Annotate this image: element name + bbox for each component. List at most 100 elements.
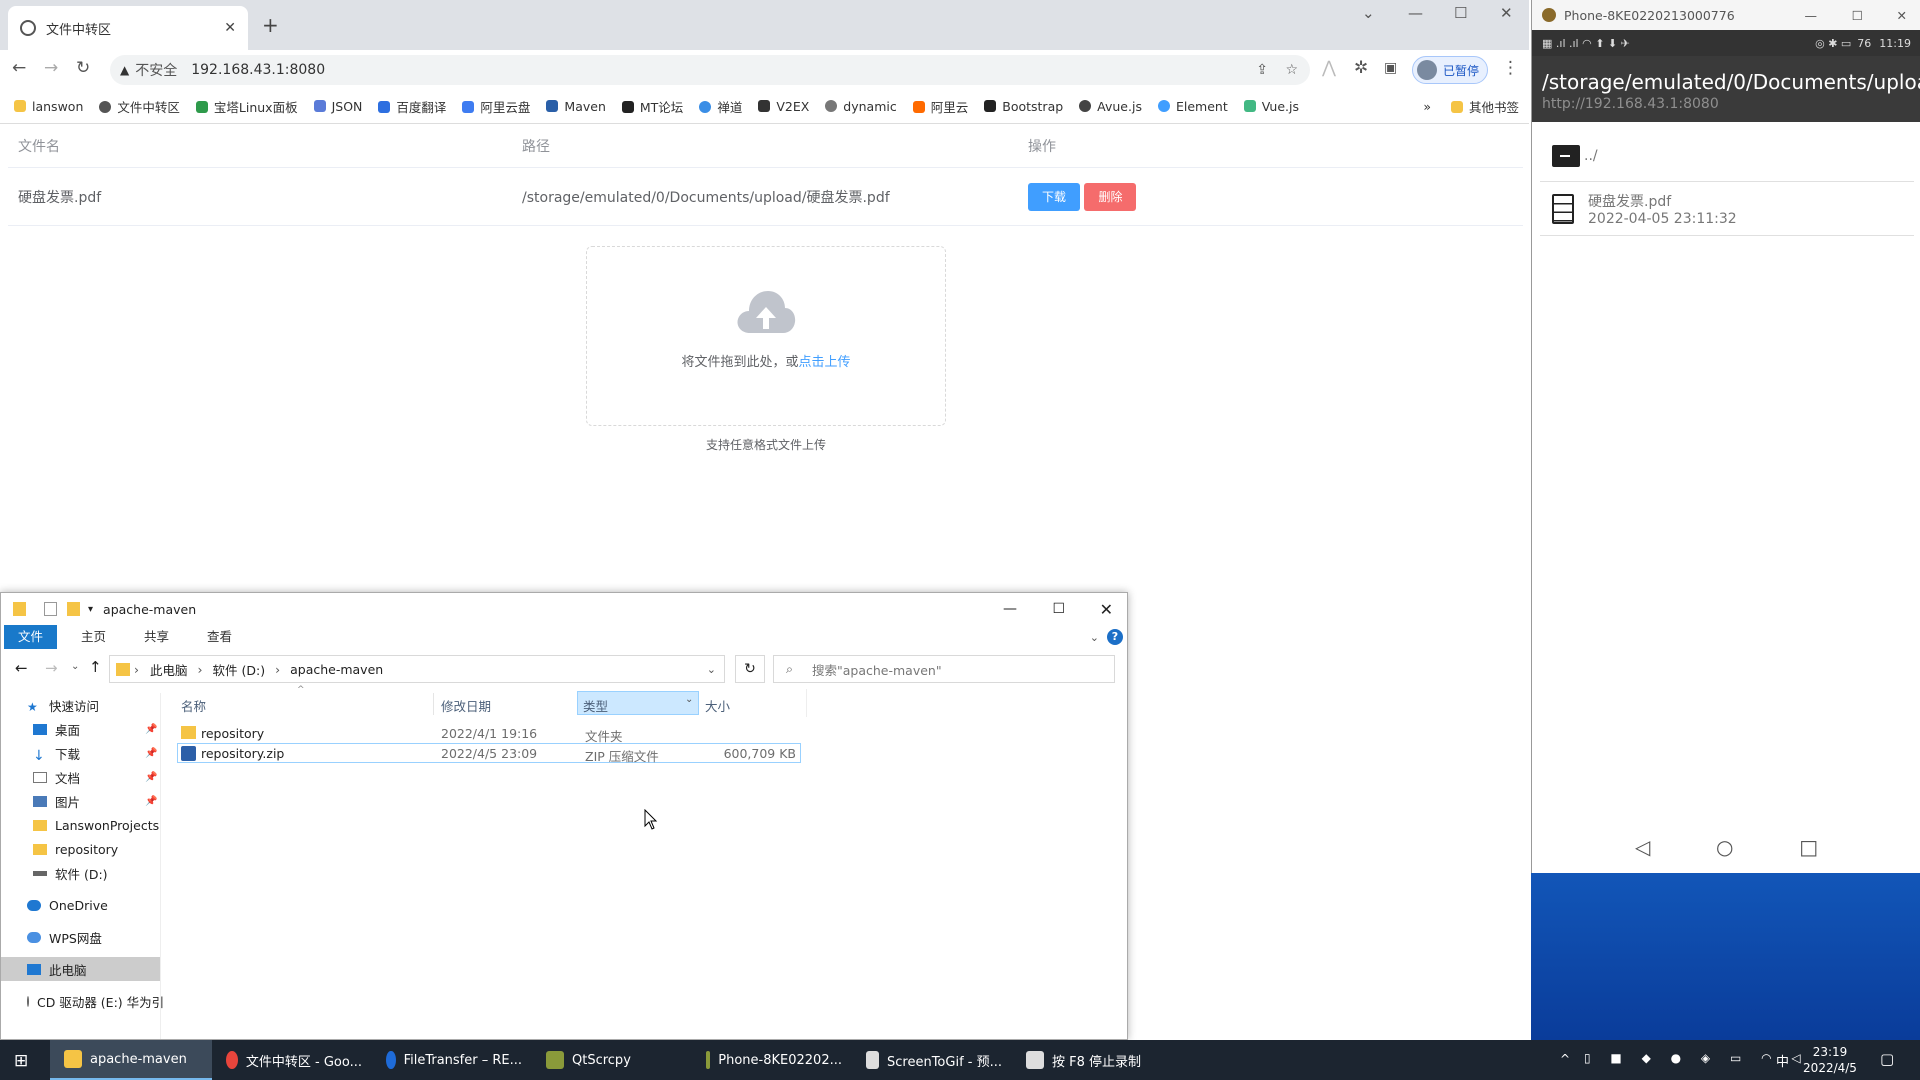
nav-this-pc[interactable]: 此电脑 xyxy=(1,957,160,981)
phone-file-item[interactable]: 硬盘发票.pdf 2022-04-05 23:11:32 xyxy=(1540,182,1914,236)
click-upload-link[interactable]: 点击上传 xyxy=(799,355,851,370)
properties-icon[interactable] xyxy=(44,602,57,616)
taskbar-item-recording[interactable]: 按 F8 停止录制 xyxy=(1012,1040,1172,1080)
taskbar-item-phone[interactable]: Phone-8KE02202... xyxy=(692,1040,852,1080)
bookmark-item[interactable]: dynamic xyxy=(825,99,897,114)
ribbon-tab-home[interactable]: 主页 xyxy=(67,625,120,649)
explorer-address-bar[interactable]: › 此电脑 › 软件 (D:) › apache-maven ⌄ xyxy=(109,655,725,683)
nav-item-projects[interactable]: LanswonProjects xyxy=(1,813,160,837)
minimize-icon[interactable]: — xyxy=(1003,601,1017,617)
column-type[interactable]: 类型 xyxy=(583,696,608,715)
other-bookmarks[interactable]: 其他书签 xyxy=(1450,97,1519,116)
maximize-icon[interactable]: ☐ xyxy=(1052,601,1065,617)
close-window-icon[interactable]: ✕ xyxy=(1100,600,1113,619)
bookmark-item[interactable]: 文件中转区 xyxy=(99,97,180,116)
notification-icon[interactable]: ▢ xyxy=(1880,1050,1894,1068)
browser-tab[interactable]: 文件中转区 ✕ xyxy=(8,6,248,50)
forward-icon[interactable]: → xyxy=(45,659,58,677)
bookmark-item[interactable]: Bootstrap xyxy=(984,99,1063,114)
file-row[interactable]: repository 2022/4/1 19:16 文件夹 xyxy=(177,723,801,744)
tray-icons[interactable]: ▯ ■ ◆ ● ◈ ▭ ◠ ◁ xyxy=(1584,1051,1809,1065)
forward-icon[interactable]: → xyxy=(44,58,58,78)
taskbar-item-screentogif[interactable]: ScreenToGif - 预... xyxy=(852,1040,1012,1080)
column-name[interactable]: 名称 xyxy=(181,696,206,715)
minimize-icon[interactable]: — xyxy=(1805,8,1818,23)
extension-a-icon[interactable]: ⋀ xyxy=(1322,58,1336,78)
tray-overflow-icon[interactable]: ^ xyxy=(1560,1052,1570,1066)
bookmark-item[interactable]: Element xyxy=(1157,99,1228,114)
recent-locations-icon[interactable]: ⌄ xyxy=(71,661,79,672)
nav-cd-drive[interactable]: CD 驱动器 (E:) 华为引 xyxy=(1,989,164,1013)
ime-indicator[interactable]: 中 xyxy=(1776,1051,1789,1070)
breadcrumb-item[interactable]: 此电脑 xyxy=(150,660,188,679)
address-dropdown-icon[interactable]: ⌄ xyxy=(707,663,716,676)
close-window-icon[interactable]: ✕ xyxy=(1897,8,1907,23)
bookmark-item[interactable]: 宝塔Linux面板 xyxy=(195,97,298,116)
profile-paused-button[interactable]: 已暂停 xyxy=(1412,56,1489,84)
bookmark-item[interactable]: 阿里云 xyxy=(912,97,968,116)
expand-ribbon-icon[interactable]: ⌄ xyxy=(1090,631,1099,644)
bookmark-item[interactable]: 百度翻译 xyxy=(378,97,446,116)
share-icon[interactable]: ⇪ xyxy=(1256,62,1268,78)
ribbon-tab-share[interactable]: 共享 xyxy=(130,625,183,649)
refresh-icon[interactable]: ↻ xyxy=(735,655,765,683)
bookmark-item[interactable]: Vue.js xyxy=(1243,99,1299,114)
ribbon-tab-file[interactable]: 文件 xyxy=(4,625,58,649)
bookmark-item[interactable]: lanswon xyxy=(14,99,83,114)
bookmark-item[interactable]: 禅道 xyxy=(699,97,742,116)
taskbar-item-explorer[interactable]: apache-maven xyxy=(50,1040,212,1080)
nav-quick-access[interactable]: ★ 快速访问 xyxy=(1,693,160,717)
help-icon[interactable]: ? xyxy=(1107,629,1123,645)
clock[interactable]: 23:19 2022/4/5 xyxy=(1800,1044,1860,1076)
file-row[interactable]: repository.zip 2022/4/5 23:09 ZIP 压缩文件 6… xyxy=(177,743,801,764)
nav-item-documents[interactable]: 文档 📌 xyxy=(1,765,160,789)
bookmark-item[interactable]: MT论坛 xyxy=(621,97,683,116)
minimize-icon[interactable]: — xyxy=(1408,4,1423,22)
bookmark-item[interactable]: Maven xyxy=(546,99,606,114)
puzzle-icon[interactable]: ✲ xyxy=(1354,58,1368,78)
recents-icon[interactable]: □ xyxy=(1799,835,1818,859)
maximize-icon[interactable]: ☐ xyxy=(1454,4,1467,22)
new-tab-icon[interactable]: + xyxy=(262,13,279,37)
delete-button[interactable]: 删除 xyxy=(1084,182,1137,211)
close-tab-icon[interactable]: ✕ xyxy=(224,20,236,36)
home-icon[interactable]: ○ xyxy=(1716,835,1733,859)
taskbar-item-idea[interactable]: FileTransfer – RE... xyxy=(372,1040,532,1080)
taskbar-item-qtscrcpy[interactable]: QtScrcpy xyxy=(532,1040,692,1080)
column-dropdown-icon[interactable]: ⌄ xyxy=(685,694,693,705)
explorer-search-input[interactable]: ⌕ 搜索"apache-maven" xyxy=(773,655,1115,683)
nav-item-downloads[interactable]: ↓ 下载 📌 xyxy=(1,741,160,765)
nav-onedrive[interactable]: OneDrive xyxy=(1,893,160,917)
back-icon[interactable]: ← xyxy=(15,659,28,677)
address-bar[interactable]: ▲ 不安全 192.168.43.1:8080 ⇪ ☆ xyxy=(110,55,1310,85)
sidepanel-icon[interactable]: ▣ xyxy=(1384,60,1397,76)
bookmark-item[interactable]: V2EX xyxy=(758,99,809,114)
back-icon[interactable]: ◁ xyxy=(1635,835,1650,859)
upload-dropzone[interactable]: 将文件拖到此处，或点击上传 xyxy=(586,246,946,426)
star-icon[interactable]: ☆ xyxy=(1285,62,1298,78)
tab-search-icon[interactable]: ⌄ xyxy=(1362,4,1375,22)
nav-item-repository[interactable]: repository xyxy=(1,837,160,861)
download-button[interactable]: 下载 xyxy=(1028,182,1081,211)
menu-icon[interactable]: ⋮ xyxy=(1502,58,1519,78)
close-window-icon[interactable]: ✕ xyxy=(1500,4,1513,22)
ribbon-tab-view[interactable]: 查看 xyxy=(193,625,246,649)
nav-item-desktop[interactable]: 桌面 📌 xyxy=(1,717,160,741)
nav-item-pictures[interactable]: 图片 📌 xyxy=(1,789,160,813)
maximize-icon[interactable]: ☐ xyxy=(1852,8,1863,23)
start-icon[interactable]: ⊞ xyxy=(14,1051,28,1071)
qat-dropdown-icon[interactable]: ▾ xyxy=(88,604,93,615)
column-size[interactable]: 大小 xyxy=(705,696,730,715)
taskbar-item-chrome[interactable]: 文件中转区 - Goo... xyxy=(212,1040,372,1080)
bookmarks-more-icon[interactable]: » xyxy=(1423,99,1431,114)
breadcrumb-item[interactable]: 软件 (D:) xyxy=(213,660,266,679)
bookmark-item[interactable]: 阿里云盘 xyxy=(462,97,530,116)
back-icon[interactable]: ← xyxy=(12,58,26,78)
parent-folder-item[interactable]: ../ xyxy=(1540,130,1914,182)
nav-item-drive-d[interactable]: 软件 (D:) xyxy=(1,861,160,885)
up-icon[interactable]: ↑ xyxy=(89,658,102,676)
breadcrumb-item[interactable]: apache-maven xyxy=(290,662,383,677)
bookmark-item[interactable]: JSON xyxy=(313,99,362,114)
reload-icon[interactable]: ↻ xyxy=(76,58,90,78)
bookmark-item[interactable]: Avue.js xyxy=(1079,99,1142,114)
